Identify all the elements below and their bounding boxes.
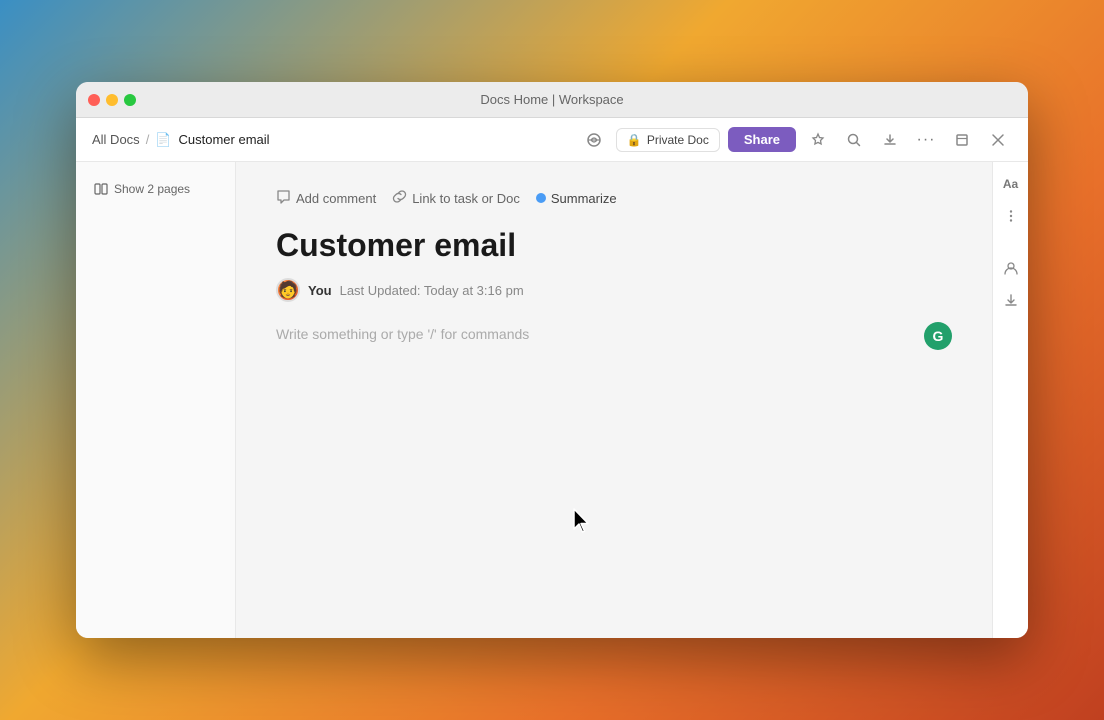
traffic-lights: [88, 94, 136, 106]
show-pages-button[interactable]: Show 2 pages: [88, 178, 196, 200]
right-sidebar-icon-2[interactable]: [997, 202, 1025, 230]
right-sidebar-icon-3[interactable]: [997, 254, 1025, 282]
add-comment-label: Add comment: [296, 191, 376, 206]
app-window: Docs Home | Workspace All Docs / 📄 Custo…: [76, 82, 1028, 638]
text-format-icon: Aa: [1003, 177, 1018, 191]
breadcrumb-current: Customer email: [179, 132, 270, 147]
window-title: Docs Home | Workspace: [480, 92, 623, 107]
document-area[interactable]: Add comment Link to task or Doc: [236, 162, 992, 638]
ellipsis-icon: ···: [917, 131, 936, 149]
summarize-button[interactable]: Summarize: [536, 188, 617, 209]
all-docs-link[interactable]: All Docs: [92, 132, 140, 147]
doc-placeholder[interactable]: Write something or type '/' for commands: [276, 322, 952, 346]
export-button[interactable]: [876, 126, 904, 154]
toolbar-right: 🔒 Private Doc Share: [580, 126, 1012, 154]
collapse-button[interactable]: [948, 126, 976, 154]
breadcrumb: All Docs / 📄 Customer email: [92, 132, 580, 148]
avatar-emoji: 🧑: [278, 280, 298, 300]
minimize-button[interactable]: [106, 94, 118, 106]
private-doc-button[interactable]: 🔒 Private Doc: [616, 128, 720, 152]
lock-icon: 🔒: [627, 133, 642, 147]
link-icon: [392, 189, 407, 207]
link-task-label: Link to task or Doc: [412, 191, 520, 206]
cursor: [571, 507, 593, 535]
close-window-button[interactable]: [984, 126, 1012, 154]
doc-author: You: [308, 283, 332, 298]
breadcrumb-bar: All Docs / 📄 Customer email 🔒 Private Do…: [76, 118, 1028, 162]
doc-last-updated: Last Updated: Today at 3:16 pm: [340, 283, 524, 298]
add-comment-button[interactable]: Add comment: [276, 186, 376, 210]
document-title: Customer email: [276, 226, 952, 264]
right-sidebar-icon-1[interactable]: Aa: [997, 170, 1025, 198]
close-button[interactable]: [88, 94, 100, 106]
main-layout: Show 2 pages Add comment: [76, 162, 1028, 638]
search-button[interactable]: [840, 126, 868, 154]
titlebar: Docs Home | Workspace: [76, 82, 1028, 118]
maximize-button[interactable]: [124, 94, 136, 106]
sidebar: Show 2 pages: [76, 162, 236, 638]
star-button[interactable]: [804, 126, 832, 154]
doc-icon: 📄: [155, 132, 171, 148]
avatar: 🧑: [276, 278, 300, 302]
more-options-button[interactable]: ···: [912, 126, 940, 154]
private-doc-label: Private Doc: [647, 133, 709, 147]
summarize-dot: [536, 193, 546, 203]
show-pages-label: Show 2 pages: [114, 182, 190, 196]
window-inner: All Docs / 📄 Customer email 🔒 Private Do…: [76, 118, 1028, 638]
share-icon-btn[interactable]: [580, 126, 608, 154]
right-sidebar: Aa: [992, 162, 1028, 638]
right-sidebar-icon-4[interactable]: [997, 286, 1025, 314]
doc-actions: Add comment Link to task or Doc: [276, 186, 952, 210]
share-button[interactable]: Share: [728, 127, 796, 152]
comment-icon: [276, 189, 291, 207]
doc-input-area: Write something or type '/' for commands…: [276, 322, 952, 346]
doc-meta: 🧑 You Last Updated: Today at 3:16 pm: [276, 278, 952, 302]
link-task-button[interactable]: Link to task or Doc: [392, 186, 520, 210]
breadcrumb-separator: /: [146, 132, 150, 147]
summarize-label: Summarize: [551, 191, 617, 206]
